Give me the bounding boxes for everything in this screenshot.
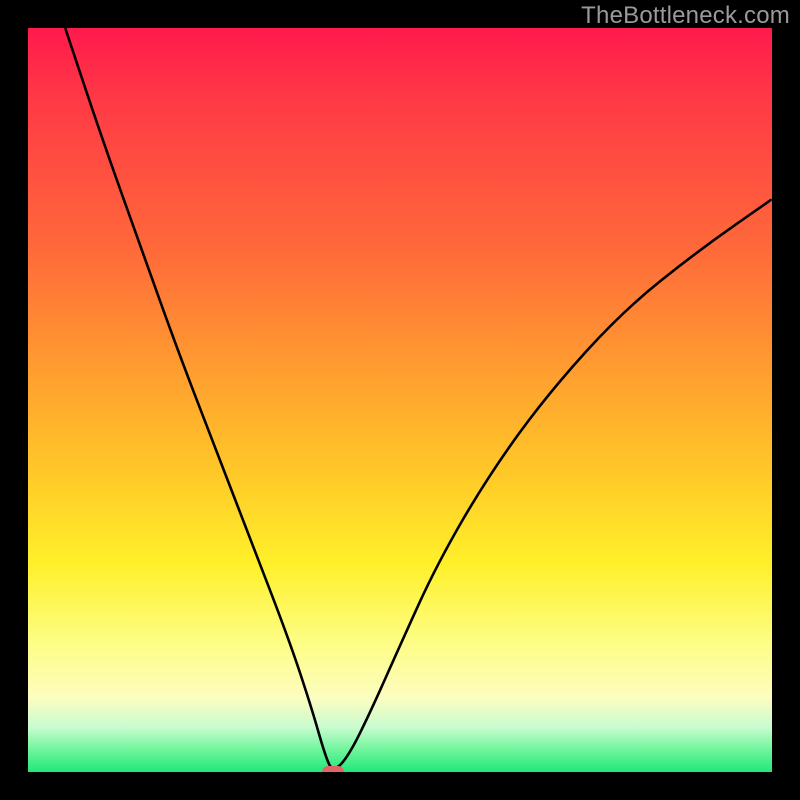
minimum-marker-icon: [322, 766, 344, 772]
plot-area: [28, 28, 772, 772]
bottleneck-curve: [65, 28, 772, 768]
chart-frame: TheBottleneck.com: [0, 0, 800, 800]
watermark-text: TheBottleneck.com: [581, 2, 790, 30]
curve-svg: [28, 28, 772, 772]
